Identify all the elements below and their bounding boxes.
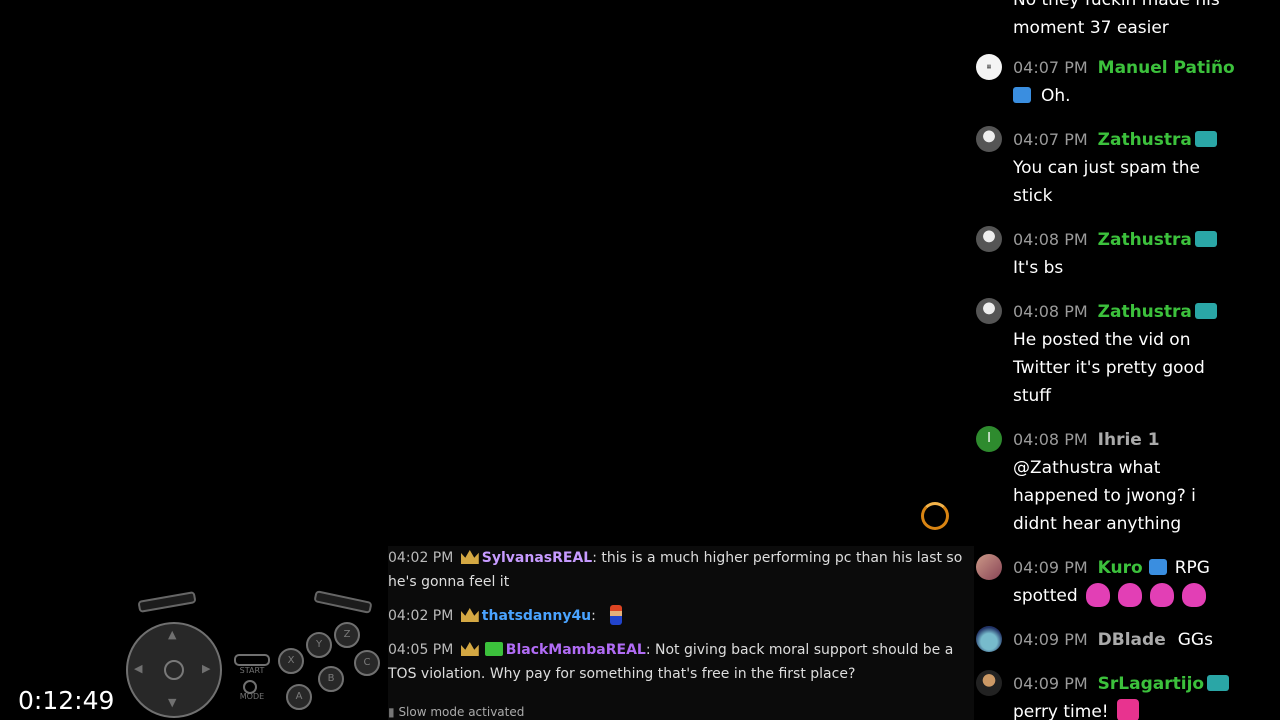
message-text: RPG	[1174, 558, 1210, 578]
message-time: 04:08 PM	[1013, 302, 1088, 321]
avatar[interactable]: ▦	[976, 54, 1002, 80]
chat-panel[interactable]: No they fuckin made his moment 37 easier…	[976, 0, 1280, 720]
username[interactable]: Manuel Patiño	[1098, 58, 1235, 78]
vip-badge-icon	[1194, 303, 1217, 319]
message-header: 04:07 PM Zathustra	[1013, 126, 1217, 154]
message-text: moment 37 easier	[1013, 18, 1169, 38]
message-text: spotted	[1013, 586, 1078, 606]
pink-emote-icon	[1181, 583, 1206, 607]
slow-mode-notice: ▮ Slow mode activated	[388, 705, 525, 719]
overlay-chat-message: 04:05 PM BlackMambaREAL: Not giving back…	[388, 638, 974, 686]
pink-emote-icon	[1117, 583, 1142, 607]
message-text: Oh.	[1041, 86, 1071, 106]
vip-badge-icon	[1194, 231, 1217, 247]
username[interactable]: BlackMambaREAL	[506, 642, 646, 658]
message-header: 04:09 PM Kuro RPG	[1013, 554, 1210, 582]
username[interactable]: SrLagartijo	[1098, 674, 1204, 694]
b-button: B	[318, 666, 344, 692]
vip-badge-icon	[1194, 131, 1217, 147]
vip-badge-icon	[1207, 675, 1230, 691]
message-time: 04:07 PM	[1013, 58, 1088, 77]
message-header: 04:09 PM DBlade GGs	[1013, 626, 1213, 654]
message-text: He posted the vid on Twitter it's pretty…	[1013, 330, 1205, 406]
a-button: A	[286, 684, 312, 710]
username[interactable]: thatsdanny4u	[482, 608, 591, 624]
avatar[interactable]	[976, 670, 1002, 696]
message-header: 04:08 PM Zathustra	[1013, 226, 1217, 254]
message-time: 04:08 PM	[1013, 230, 1088, 249]
avatar[interactable]	[976, 126, 1002, 152]
avatar[interactable]	[976, 554, 1002, 580]
loading-spinner-icon	[921, 502, 949, 530]
message-text: perry time!	[1013, 702, 1109, 720]
message-text: No they fuckin made his	[1013, 0, 1220, 10]
message-header: 04:08 PM Ihrie 1	[1013, 426, 1160, 454]
overlay-chat-message: 04:02 PM thatsdanny4u:	[388, 604, 974, 628]
mode-label: MODE	[239, 692, 265, 701]
message-time: 04:09 PM	[1013, 674, 1088, 693]
message-time: 04:05 PM	[388, 642, 454, 658]
message-body: Oh.	[1013, 82, 1233, 110]
separator: :	[592, 550, 597, 566]
message-body: spotted	[1013, 582, 1233, 610]
separator: :	[591, 608, 596, 624]
stream-timer: 0:12:49	[18, 686, 115, 715]
message-time: 04:07 PM	[1013, 130, 1088, 149]
username[interactable]: Zathustra	[1098, 130, 1192, 150]
left-shoulder-button	[137, 591, 197, 613]
overlay-chat: 04:02 PM SylvanasREAL: this is a much hi…	[388, 546, 974, 720]
username[interactable]: Zathustra	[1098, 230, 1192, 250]
dpad-icon: ▲ ▼ ◀ ▶	[126, 622, 222, 718]
c-button: C	[354, 650, 380, 676]
start-label: START	[239, 666, 265, 675]
avatar[interactable]: I	[976, 426, 1002, 452]
overlay-chat-message: 04:02 PM SylvanasREAL: this is a much hi…	[388, 546, 974, 594]
gift-badge-icon	[484, 642, 503, 656]
start-button	[234, 654, 270, 666]
message-header: 04:07 PM Manuel Patiño	[1013, 54, 1235, 82]
pink-emote-icon	[1149, 583, 1174, 607]
pink-emote-icon	[1085, 583, 1110, 607]
x-button: X	[278, 648, 304, 674]
message-text: You can just spam the stick	[1013, 158, 1200, 206]
crown-badge-icon	[460, 550, 479, 564]
message-text: @Zathustra what happened to jwong? i did…	[1013, 458, 1196, 534]
message-text: GGs	[1177, 630, 1213, 650]
avatar[interactable]	[976, 626, 1002, 652]
message-time: 04:09 PM	[1013, 630, 1088, 649]
z-button: Z	[334, 622, 360, 648]
message-text: this is a much higher performing pc than…	[388, 550, 963, 590]
controller-overlay: ▲ ▼ ◀ ▶ START MODE X Y Z B C A	[120, 588, 390, 720]
message-time: 04:09 PM	[1013, 558, 1088, 577]
slow-mode-text: Slow mode activated	[398, 705, 525, 719]
right-shoulder-button	[313, 590, 373, 614]
username[interactable]: Ihrie 1	[1098, 430, 1160, 450]
y-button: Y	[306, 632, 332, 658]
avatar[interactable]	[976, 298, 1002, 324]
message-header: 04:08 PM Zathustra	[1013, 298, 1217, 326]
dino-emote-icon	[1116, 699, 1139, 720]
separator: :	[645, 642, 651, 658]
username[interactable]: DBlade	[1098, 630, 1166, 650]
avatar[interactable]	[976, 226, 1002, 252]
message-time: 04:02 PM	[388, 550, 454, 566]
mario-emote-icon	[610, 605, 623, 625]
message-text: It's bs	[1013, 258, 1064, 278]
subscriber-badge-icon	[1148, 559, 1167, 575]
subscriber-badge-icon	[1013, 87, 1031, 103]
message-header: 04:09 PM SrLagartijo	[1013, 670, 1230, 698]
crown-badge-icon	[460, 642, 479, 656]
message-time: 04:08 PM	[1013, 430, 1088, 449]
message-time: 04:02 PM	[388, 608, 454, 624]
username[interactable]: Zathustra	[1098, 302, 1192, 322]
username[interactable]: Kuro	[1098, 558, 1143, 578]
crown-badge-icon	[460, 608, 479, 622]
message-body: perry time!	[1013, 698, 1233, 720]
username[interactable]: SylvanasREAL	[482, 550, 592, 566]
